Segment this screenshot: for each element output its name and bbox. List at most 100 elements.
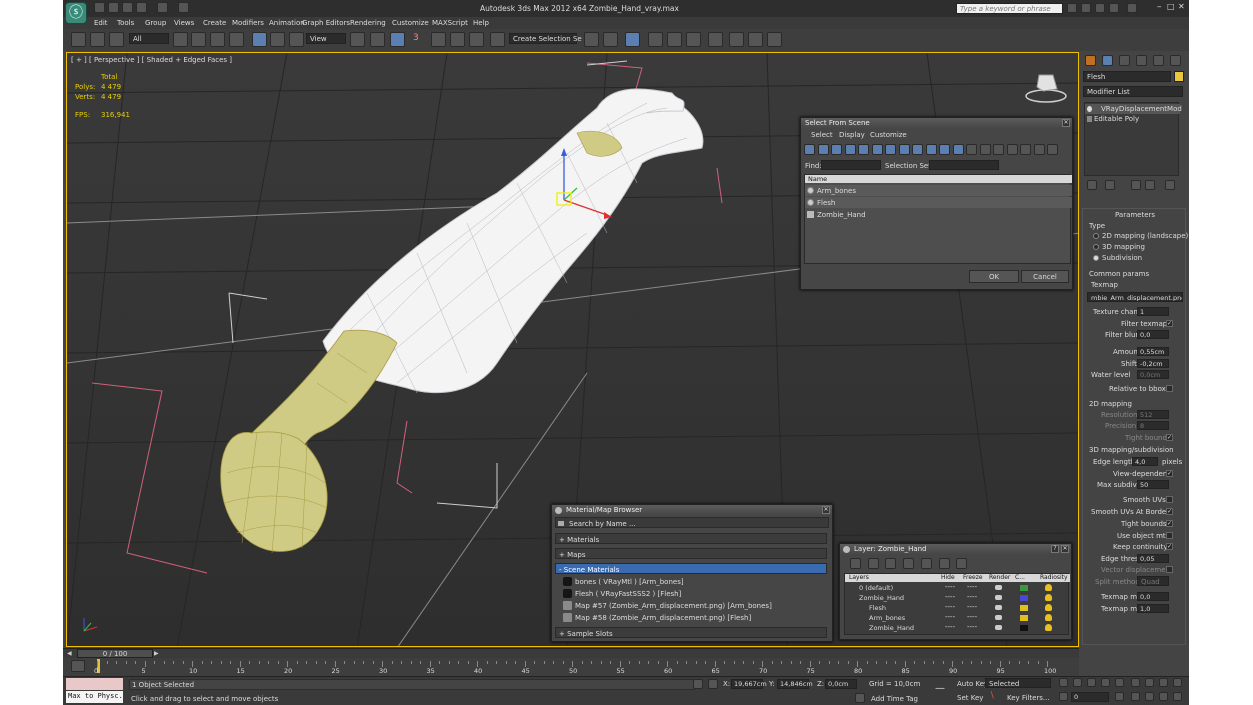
pivot-center-icon[interactable]	[350, 32, 365, 47]
render-teapot-icon[interactable]	[995, 605, 1002, 610]
list-header-name[interactable]: Name	[805, 175, 1072, 183]
selection-filter-dropdown[interactable]: All	[129, 33, 169, 44]
vector-disp-checkbox[interactable]	[1166, 566, 1173, 573]
time-tag-icon[interactable]	[855, 693, 865, 703]
containers-filter-icon[interactable]	[952, 144, 964, 155]
tight-bounds-checkbox[interactable]: ✓	[1166, 434, 1173, 441]
orbit-subobject-icon[interactable]	[1159, 692, 1168, 701]
menu-item-modifiers[interactable]: Modifiers	[232, 19, 264, 27]
pin-stack-icon[interactable]	[1087, 180, 1097, 190]
align-icon[interactable]	[603, 32, 618, 47]
prev-frame-icon[interactable]: ◀	[67, 650, 75, 658]
app-logo-icon[interactable]: ⓢ	[65, 2, 87, 24]
maxscript-listener-input[interactable]: Max to Physc.	[66, 691, 123, 703]
object-name-input[interactable]: Flesh	[1083, 71, 1171, 82]
menu-item-help[interactable]: Help	[473, 19, 489, 27]
modify-tab-icon[interactable]	[1102, 55, 1113, 66]
freeze-toggle[interactable]: ----	[967, 603, 977, 611]
hierarchy-tab-icon[interactable]	[1119, 55, 1130, 66]
add-time-tag[interactable]: Add Time Tag	[871, 695, 918, 703]
rendered-frame-icon[interactable]	[748, 32, 763, 47]
prev-key-icon[interactable]	[1073, 678, 1082, 687]
menu-item-views[interactable]: Views	[174, 19, 194, 27]
highlight-layer-icon[interactable]	[921, 558, 932, 569]
render-teapot-icon[interactable]	[995, 585, 1002, 590]
z-coord-field[interactable]: 0,0cm	[825, 679, 857, 689]
hide-all-layers-icon[interactable]	[939, 558, 950, 569]
next-frame-icon[interactable]: ▶	[154, 650, 162, 658]
xrefs-filter-icon[interactable]	[925, 144, 937, 155]
mat-list-item[interactable]: Flesh ( VRayFastSSS2 ) [Flesh]	[561, 588, 823, 599]
display-tab-icon[interactable]	[1153, 55, 1164, 66]
mat-list-item[interactable]: Map #57 (Zombie_Arm_displacement.png) [A…	[561, 600, 823, 611]
mat-list-item[interactable]: bones ( VRayMtl ) [Arm_bones]	[561, 576, 823, 587]
mirror-icon[interactable]	[584, 32, 599, 47]
smooth-borders-checkbox[interactable]: ✓	[1166, 508, 1173, 515]
create-tab-icon[interactable]	[1085, 55, 1096, 66]
stack-item[interactable]: VRayDisplacementMod	[1085, 104, 1182, 114]
filter-filter-icon[interactable]	[1033, 144, 1045, 155]
mini-curve-editor-icon[interactable]	[71, 660, 85, 672]
render-teapot-icon[interactable]	[995, 595, 1002, 600]
hide-toggle[interactable]: ----	[945, 593, 955, 601]
menu-item-create[interactable]: Create	[203, 19, 226, 27]
menu-arrow-icon[interactable]	[558, 521, 564, 526]
menu-item-tools[interactable]: Tools	[117, 19, 134, 27]
texmap-button[interactable]: mbie_Arm_displacement.png)	[1087, 292, 1183, 302]
spinner-snap-icon[interactable]	[469, 32, 484, 47]
help-icon[interactable]	[1127, 3, 1137, 13]
display-all-filter-icon[interactable]	[817, 144, 829, 155]
select-link-icon[interactable]	[71, 32, 86, 47]
layer-row[interactable]: Arm_bones ---- ----	[845, 613, 1070, 623]
new-file-icon[interactable]	[94, 2, 105, 13]
radiosity-icon[interactable]	[1045, 614, 1052, 621]
select-by-name-icon[interactable]	[191, 32, 206, 47]
type-2d-radio[interactable]	[1093, 233, 1099, 239]
helpers-filter-icon[interactable]	[885, 144, 896, 155]
shift-spinner[interactable]: -0,2cm	[1137, 359, 1169, 368]
display-none-filter-icon[interactable]	[804, 144, 815, 155]
mat-list-item[interactable]: Map #58 (Zombie_Arm_displacement.png) [F…	[561, 612, 823, 623]
layer-row[interactable]: Zombie_Hand ---- ----	[845, 593, 1070, 603]
select-in-layer-icon[interactable]	[903, 558, 914, 569]
texmap-min-spinner[interactable]: 0,0	[1137, 592, 1169, 601]
time-slider[interactable]: ◀ 0 / 100 ▶	[63, 648, 1079, 658]
set-key-button[interactable]: Set Key	[957, 694, 983, 702]
relative-bbox-checkbox[interactable]	[1166, 385, 1173, 392]
amount-spinner[interactable]: 0,55cm	[1137, 347, 1169, 356]
hide-toggle[interactable]: ----	[945, 583, 955, 591]
redo-icon[interactable]	[157, 2, 168, 13]
schematic-view-icon[interactable]	[686, 32, 701, 47]
motion-tab-icon[interactable]	[1136, 55, 1147, 66]
snaps-toggle-label[interactable]: 3	[413, 33, 419, 43]
configure-modifier-sets-icon[interactable]	[1165, 180, 1175, 190]
show-end-result-icon[interactable]	[1105, 180, 1115, 190]
create-layer-icon[interactable]	[850, 558, 861, 569]
mat-browser-close-icon[interactable]: ✕	[822, 506, 830, 514]
key-icon[interactable]: —	[935, 683, 945, 694]
group-scene-materials[interactable]: - Scene Materials	[555, 563, 827, 574]
time-slider-thumb[interactable]: 0 / 100	[77, 649, 153, 658]
select-dialog-close-icon[interactable]: ✕	[1062, 119, 1070, 127]
select-rotate-icon[interactable]	[270, 32, 285, 47]
menu-item-graph-editors[interactable]: Graph Editors	[302, 19, 350, 27]
auto-key-button[interactable]: Auto Key	[957, 680, 988, 688]
render-setup-icon[interactable]	[729, 32, 744, 47]
material-editor-icon[interactable]	[708, 32, 723, 47]
angle-snap-icon[interactable]	[431, 32, 446, 47]
maximize-viewport-icon[interactable]	[1173, 692, 1182, 701]
layer-dialog-help-icon[interactable]: ?	[1051, 545, 1059, 553]
layer-col-header[interactable]: Render	[989, 574, 1010, 581]
group-maps[interactable]: + Maps	[555, 548, 827, 559]
layer-row[interactable]: Zombie_Hand ---- ----	[845, 623, 1070, 633]
edit-named-sel-icon[interactable]	[490, 32, 505, 47]
filter-blur-spinner[interactable]: 0,0	[1137, 330, 1169, 339]
minimize-button[interactable]: –	[1157, 2, 1162, 12]
radiosity-icon[interactable]	[1045, 594, 1052, 601]
find-input[interactable]	[821, 160, 881, 170]
smooth-uvs-checkbox[interactable]	[1166, 496, 1173, 503]
group-sample-slots[interactable]: + Sample Slots	[555, 627, 827, 638]
freeze-all-layers-icon[interactable]	[956, 558, 967, 569]
key-mode-toggle-icon[interactable]	[1059, 692, 1068, 701]
radiosity-icon[interactable]	[1045, 624, 1052, 631]
